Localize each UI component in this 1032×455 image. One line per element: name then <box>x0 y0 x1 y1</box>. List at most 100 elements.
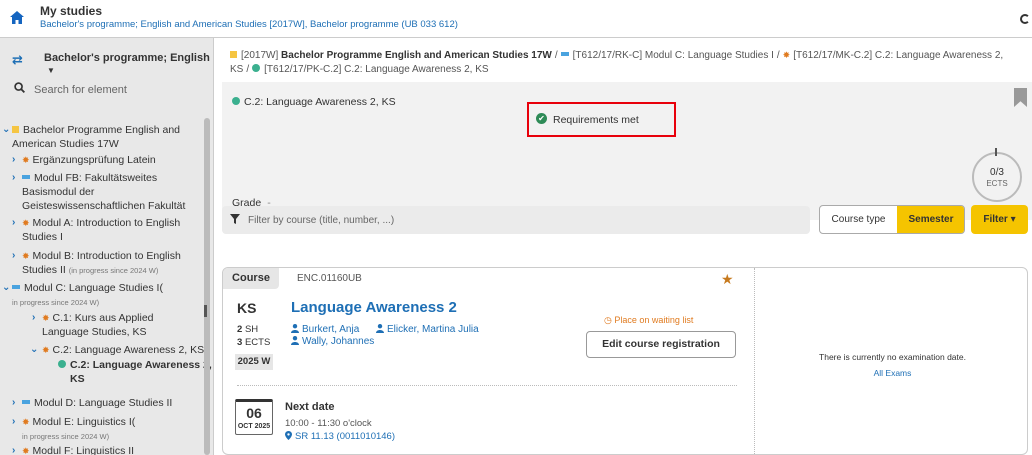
lecturer-link[interactable]: Wally, Johannes <box>291 336 374 347</box>
top-bar: My studies Bachelor's programme; English… <box>0 0 1032 38</box>
refresh-icon[interactable] <box>1020 14 1030 24</box>
blue-bar-icon <box>22 175 30 179</box>
yellow-square-icon <box>230 51 237 58</box>
green-dot-icon <box>58 360 66 368</box>
chevron-right-icon: › <box>12 250 16 261</box>
course-title-link[interactable]: Language Awareness 2 <box>291 299 457 316</box>
module-title: C.2: Language Awareness 2, KS <box>232 96 396 108</box>
star-icon: ✸ <box>22 218 30 228</box>
requirements-status: ✔ Requirements met <box>527 102 676 137</box>
home-icon[interactable] <box>10 11 24 25</box>
semester-hours: 2 SH <box>237 324 259 335</box>
location-pin-icon <box>285 431 292 440</box>
chevron-down-icon: ⌄ <box>2 282 11 293</box>
tree-item-c1[interactable]: › ✸ C.1: Kurs aus Applied Language Studie… <box>0 311 206 341</box>
filter-icon <box>230 214 240 224</box>
chevron-right-icon: › <box>12 445 16 455</box>
tree-item-c2-selected[interactable]: C.2: Language Awareness 2, KS <box>0 358 212 388</box>
programme-selector[interactable]: Bachelor's programme; English▼ <box>44 52 213 76</box>
course-type: KS <box>237 300 257 316</box>
person-icon <box>376 324 384 333</box>
blue-bar-icon <box>12 285 20 289</box>
breadcrumb-item-programme[interactable]: Bachelor Programme English and American … <box>281 50 552 61</box>
star-icon: ✸ <box>22 417 30 427</box>
sidebar: ⇄ Bachelor's programme; English▼ ⌄ Bache… <box>0 38 214 455</box>
green-dot-icon <box>252 64 261 72</box>
breadcrumb-item-modul-c[interactable]: Modul C: Language Studies I <box>645 50 774 61</box>
blue-bar-icon <box>560 52 569 56</box>
star-icon[interactable]: ★ <box>721 271 734 288</box>
tree-item-modul-b[interactable]: › ✸ Modul B: Introduction to English Stud… <box>0 249 206 279</box>
chevron-right-icon: › <box>32 312 36 323</box>
star-icon: ✸ <box>22 155 30 165</box>
divider <box>237 385 737 386</box>
tree-item-modul-fb[interactable]: › Modul FB: Fakultätsweites Basismodul d… <box>0 171 206 215</box>
semester-toggle[interactable]: Semester <box>897 206 964 233</box>
no-exam-message: There is currently no examination date. <box>819 352 966 362</box>
star-icon: ✸ <box>22 446 30 455</box>
tree-item-root[interactable]: ⌄ Bachelor Programme English and America… <box>0 123 206 153</box>
course-tag: Course <box>223 268 279 289</box>
star-icon: ✸ <box>42 313 50 323</box>
chevron-right-icon: › <box>12 416 16 427</box>
filter-box <box>222 206 810 234</box>
waiting-list-status: ◷ Place on waiting list <box>604 315 694 325</box>
person-icon <box>291 336 299 345</box>
filter-button[interactable]: Filter ▾ <box>971 205 1028 234</box>
tree-item-modul-a[interactable]: › ✸ Modul A: Introduction to English Stud… <box>0 216 206 246</box>
search-box <box>12 80 202 100</box>
next-date-time: 10:00 - 11:30 o'clock <box>285 418 372 429</box>
chevron-down-icon: ⌄ <box>2 124 11 135</box>
course-type-toggle[interactable]: Course type <box>820 206 897 233</box>
person-icon <box>291 324 299 333</box>
star-icon: ✸ <box>22 251 30 261</box>
calendar-icon: 06 OCT 2025 <box>235 399 273 435</box>
search-icon <box>14 82 25 93</box>
chevron-right-icon: › <box>12 172 16 183</box>
breadcrumb-item-c2-current: C.2: Language Awareness 2, KS <box>344 64 489 75</box>
sidebar-header: ⇄ Bachelor's programme; English▼ <box>0 38 213 76</box>
star-icon: ✸ <box>782 50 791 60</box>
main-content: [2017W] Bachelor Programme English and A… <box>214 38 1032 455</box>
resize-handle[interactable] <box>204 305 207 317</box>
tree-item-modul-f[interactable]: › ✸ Modul F: Linguistics II <box>0 444 206 455</box>
page-subtitle[interactable]: Bachelor's programme; English and Americ… <box>40 19 458 30</box>
module-summary: C.2: Language Awareness 2, KS ✔ Requirem… <box>222 82 1032 220</box>
room-link[interactable]: SR 11.13 (0011010146) <box>285 431 395 442</box>
chevron-right-icon: › <box>12 397 16 408</box>
edit-registration-button[interactable]: Edit course registration <box>586 331 736 358</box>
breadcrumb-item-c2-module[interactable]: C.2: Language Awareness 2, <box>875 50 1003 61</box>
swap-icon[interactable]: ⇄ <box>12 52 23 68</box>
course-ects: 3 ECTS <box>237 337 271 348</box>
green-dot-icon <box>232 97 240 105</box>
check-circle-icon: ✔ <box>536 113 547 124</box>
chevron-right-icon: › <box>12 154 16 165</box>
tree-item-latin[interactable]: › ✸ Ergänzungsprüfung Latein <box>0 153 206 167</box>
clock-icon: ◷ <box>604 315 612 325</box>
lecturer-link[interactable]: Burkert, Anja <box>291 324 359 335</box>
tree-item-modul-c[interactable]: ⌄ Modul C: Language Studies I( in progre… <box>0 281 206 311</box>
semester-badge: 2025 W <box>235 354 273 370</box>
blue-bar-icon <box>22 400 30 404</box>
chevron-down-icon: ⌄ <box>30 344 39 355</box>
bookmark-icon[interactable] <box>1014 88 1027 107</box>
ects-progress-ring: 0/3 ECTS <box>972 152 1022 202</box>
all-exams-link[interactable]: All Exams <box>755 368 1027 378</box>
chevron-down-icon: ▼ <box>47 66 55 75</box>
exam-panel: There is currently no examination date. … <box>754 268 1027 454</box>
chevron-right-icon: › <box>12 217 16 228</box>
course-details: Course ENC.01160UB ★ KS Language Awarene… <box>223 268 753 454</box>
tree-item-modul-d[interactable]: › Modul D: Language Studies II <box>0 396 206 410</box>
search-input[interactable] <box>34 80 202 100</box>
sidebar-scrollbar[interactable] <box>204 118 210 455</box>
lecturer-link[interactable]: Elicker, Martina Julia <box>376 324 479 335</box>
ects-progress-marker <box>995 148 997 156</box>
tree-item-modul-e[interactable]: › ✸ Modul E: Linguistics I( in progress s… <box>0 415 206 445</box>
yellow-square-icon <box>12 126 19 133</box>
course-number: ENC.01160UB <box>297 273 362 284</box>
page-title: My studies <box>40 4 103 18</box>
tree-item-c2[interactable]: ⌄ ✸ C.2: Language Awareness 2, KS <box>0 343 206 357</box>
filter-input[interactable] <box>248 210 788 230</box>
next-date-label: Next date <box>285 401 335 413</box>
star-icon: ✸ <box>42 345 50 355</box>
